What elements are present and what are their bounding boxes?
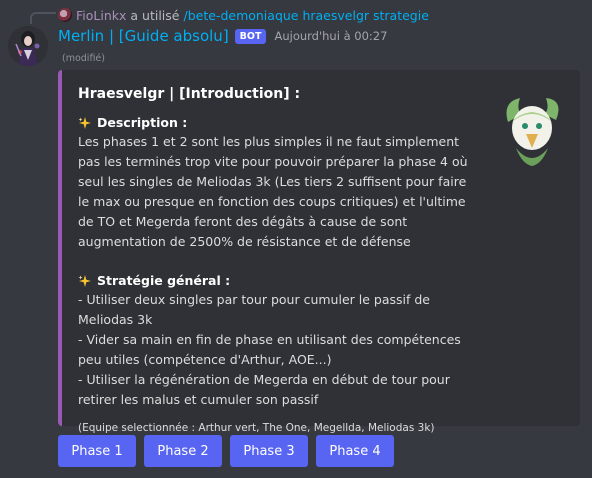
bot-username[interactable]: Merlin | [Guide absolu] <box>58 27 229 45</box>
embed-title: Hraesvelgr | [Introduction] : <box>78 86 301 102</box>
reply-username[interactable]: FioLinkx <box>76 8 126 23</box>
edited-label: (modifié) <box>62 53 105 64</box>
strategy-field-name: Stratégie général : <box>78 272 564 290</box>
team-note: (Equipe selectionnée : Arthur vert, The … <box>78 422 435 434</box>
bot-tag: BOT <box>234 28 267 44</box>
description-label: Description : <box>97 115 188 130</box>
hraesvelgr-thumbnail[interactable] <box>498 92 566 168</box>
sparkles-icon <box>78 275 91 287</box>
chat-message: FioLinkx a utilisé /bete-demoniaque hrae… <box>0 0 592 478</box>
phase-2-button[interactable]: Phase 2 <box>144 435 222 467</box>
message-header: Merlin | [Guide absolu] BOT Aujourd'hui … <box>58 26 387 46</box>
strategy-label: Stratégie général : <box>97 273 231 288</box>
reply-action-text: a utilisé <box>130 7 180 23</box>
message-timestamp[interactable]: Aujourd'hui à 00:27 <box>274 29 387 43</box>
phase-4-button[interactable]: Phase 4 <box>316 435 394 467</box>
slash-command[interactable]: /bete-demoniaque hraesvelgr strategie <box>184 8 429 23</box>
phase-1-button[interactable]: Phase 1 <box>58 435 136 467</box>
command-reply-line: FioLinkx a utilisé /bete-demoniaque hrae… <box>24 6 584 24</box>
strategy-text: - Utiliser deux singles par tour pour cu… <box>78 292 461 407</box>
reply-user-avatar[interactable] <box>58 8 72 22</box>
phase-buttons: Phase 1 Phase 2 Phase 3 Phase 4 <box>58 435 394 467</box>
embed: Hraesvelgr | [Introduction] : Descriptio… <box>58 70 580 434</box>
phase-3-button[interactable]: Phase 3 <box>230 435 308 467</box>
sparkles-icon <box>78 117 91 129</box>
description-field-name: Description : <box>78 114 564 132</box>
description-text: Les phases 1 et 2 sont les plus simples … <box>78 134 468 249</box>
bot-avatar[interactable] <box>8 26 48 66</box>
